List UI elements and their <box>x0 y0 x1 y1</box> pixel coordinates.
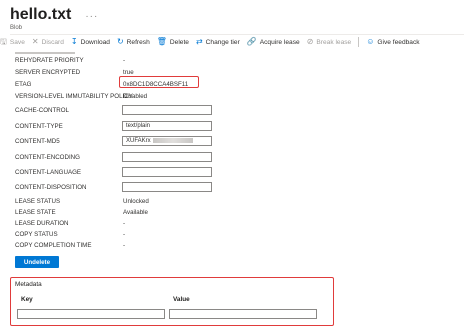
property-row: CONTENT-TYPE text/plain <box>15 120 315 132</box>
property-label: REHYDRATE PRIORITY <box>15 56 84 64</box>
acquire-lease-label: Acquire lease <box>259 38 300 46</box>
cache-control-input[interactable] <box>122 105 212 115</box>
refresh-button[interactable]: ↻ Refresh <box>117 38 150 46</box>
property-row: CONTENT-MD5 XUFAKrx <box>15 135 315 147</box>
property-label: CONTENT-DISPOSITION <box>15 183 87 191</box>
save-label: Save <box>9 38 25 46</box>
break-lease-button[interactable]: ⊘ Break lease <box>307 38 352 46</box>
property-value: Disabled <box>123 92 148 100</box>
property-label: LEASE STATUS <box>15 197 61 205</box>
download-label: Download <box>80 38 110 46</box>
metadata-value-header: Value <box>173 296 190 303</box>
give-feedback-button[interactable]: ☺ Give feedback <box>366 38 419 46</box>
save-button[interactable]: 🖫 Save <box>0 38 25 46</box>
property-label: LEASE STATE <box>15 208 56 216</box>
metadata-title: Metadata <box>15 281 42 288</box>
discard-button[interactable]: ✕ Discard <box>32 38 64 46</box>
link-icon: 🔗 <box>246 37 257 46</box>
property-row: COPY COMPLETION TIME - <box>15 239 315 251</box>
break-lease-label: Break lease <box>316 38 352 46</box>
property-row: ETAG 0x8DC1D8CCA4BSF11 <box>15 76 315 90</box>
metadata-key-header: Key <box>21 296 33 303</box>
metadata-section: Metadata Key Value <box>10 277 334 326</box>
download-icon: ↧ <box>70 37 78 46</box>
blob-header: hello.txt ··· Blob <box>10 6 98 31</box>
redacted-blur <box>152 138 193 143</box>
property-row: CONTENT-LANGUAGE <box>15 166 315 178</box>
page-subtitle: Blob <box>10 25 23 31</box>
content-disposition-input[interactable] <box>122 182 212 192</box>
swap-icon: ⇄ <box>195 37 203 46</box>
delete-label: Delete <box>169 38 189 46</box>
property-row: REHYDRATE PRIORITY - <box>15 54 315 66</box>
content-md5-value: XUFAKrx <box>126 138 151 145</box>
etag-highlight <box>119 76 199 88</box>
page-title: hello.txt <box>10 6 72 23</box>
property-label: CONTENT-ENCODING <box>15 153 80 161</box>
property-value: - <box>123 230 126 238</box>
content-md5-input[interactable]: XUFAKrx <box>122 136 212 146</box>
acquire-lease-button[interactable]: 🔗 Acquire lease <box>247 38 300 46</box>
change-tier-button[interactable]: ⇄ Change tier <box>196 38 240 46</box>
change-tier-label: Change tier <box>205 38 240 46</box>
property-label: ETAG <box>15 80 32 88</box>
content-language-input[interactable] <box>122 167 212 177</box>
save-icon: 🖫 <box>0 37 7 46</box>
undelete-button[interactable]: Undelete <box>15 256 59 268</box>
property-row: CONTENT-DISPOSITION <box>15 181 315 193</box>
command-bar: 🖫 Save ✕ Discard ↧ Download ↻ Refresh 🗑 … <box>0 34 474 49</box>
property-value: Available <box>123 208 148 216</box>
toolbar-divider <box>10 34 464 35</box>
give-feedback-label: Give feedback <box>377 38 420 46</box>
more-options-icon[interactable]: ··· <box>85 11 98 22</box>
broken-link-icon: ⊘ <box>306 37 314 46</box>
content-type-input[interactable]: text/plain <box>122 121 212 131</box>
feedback-icon: ☺ <box>366 37 375 46</box>
content-encoding-input[interactable] <box>122 152 212 162</box>
property-label: SERVER ENCRYPTED <box>15 68 81 76</box>
property-label: LEASE DURATION <box>15 219 69 227</box>
property-row: CACHE-CONTROL <box>15 104 315 116</box>
trash-icon: 🗑 <box>156 37 167 46</box>
property-label: COPY COMPLETION TIME <box>15 241 92 249</box>
metadata-key-input[interactable] <box>17 309 165 319</box>
property-label: CONTENT-TYPE <box>15 122 63 130</box>
property-value: Unlocked <box>123 197 149 205</box>
discard-label: Discard <box>41 38 64 46</box>
property-label: VERSION-LEVEL IMMUTABILITY POLICY <box>15 92 133 100</box>
property-label: CACHE-CONTROL <box>15 106 69 114</box>
metadata-value-input[interactable] <box>169 309 317 319</box>
property-label: CONTENT-LANGUAGE <box>15 168 82 176</box>
property-value: true <box>123 68 134 76</box>
delete-button[interactable]: 🗑 Delete <box>157 38 189 46</box>
property-label: COPY STATUS <box>15 230 58 238</box>
property-row: CONTENT-ENCODING <box>15 151 315 163</box>
download-button[interactable]: ↧ Download <box>71 38 110 46</box>
discard-icon: ✕ <box>31 37 39 46</box>
property-value: - <box>123 241 126 249</box>
refresh-icon: ↻ <box>116 37 124 46</box>
property-value: - <box>123 219 126 227</box>
toolbar-separator <box>358 37 360 47</box>
property-label: CONTENT-MD5 <box>15 137 60 145</box>
property-row: VERSION-LEVEL IMMUTABILITY POLICY Disabl… <box>15 90 315 102</box>
refresh-label: Refresh <box>126 38 150 46</box>
property-value: - <box>123 56 126 64</box>
